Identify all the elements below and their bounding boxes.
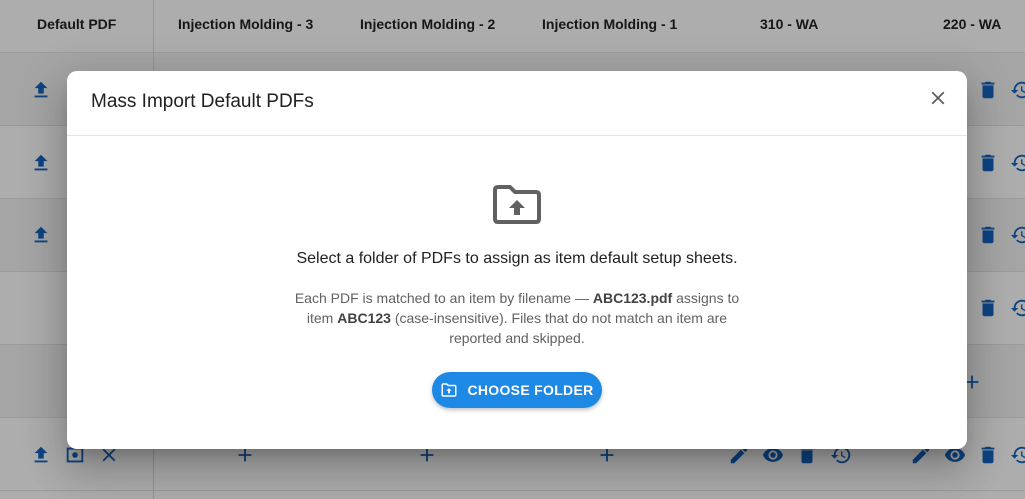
dialog-body: Select a folder of PDFs to assign as ite… — [67, 136, 967, 449]
example-filename: ABC123.pdf — [592, 290, 673, 306]
folder-upload-icon — [441, 383, 457, 397]
dialog-description: Each PDF is matched to an item by filena… — [287, 288, 747, 348]
close-button[interactable] — [923, 85, 953, 115]
folder-upload-icon — [492, 183, 542, 225]
dialog-lead-text: Select a folder of PDFs to assign as ite… — [296, 250, 738, 267]
mass-import-dialog: Mass Import Default PDFs Select a folder… — [67, 71, 967, 449]
choose-folder-button[interactable]: CHOOSE FOLDER — [432, 372, 602, 408]
dialog-title: Mass Import Default PDFs — [91, 91, 314, 112]
example-item: ABC123 — [337, 310, 391, 326]
close-icon — [927, 87, 949, 114]
description-text: (case-insensitive). Files that do not ma… — [390, 310, 728, 346]
choose-folder-label: CHOOSE FOLDER — [467, 382, 594, 398]
description-text: Each PDF is matched to an item by filena… — [294, 290, 593, 306]
dialog-header: Mass Import Default PDFs — [67, 71, 967, 136]
